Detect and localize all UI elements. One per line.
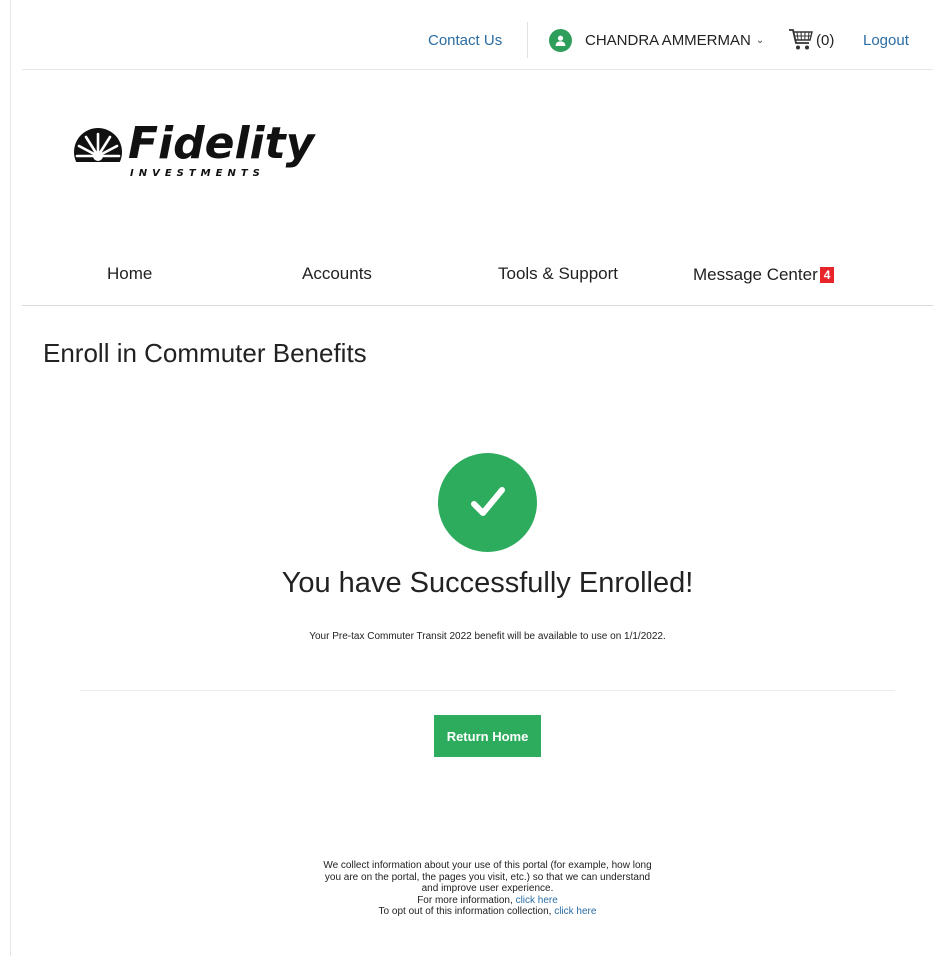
logo-subtitle: INVESTMENTS	[130, 168, 265, 179]
main-nav: Home Accounts Tools & Support Message Ce…	[22, 254, 933, 306]
nav-item-message-center[interactable]: Message Center 4	[693, 265, 835, 285]
privacy-line-1: We collect information about your use of…	[323, 860, 652, 871]
privacy-opt-out-text: To opt out of this information collectio…	[378, 906, 555, 917]
privacy-line-4: For more information, click here	[0, 895, 933, 907]
nav-item-accounts[interactable]: Accounts	[302, 264, 372, 284]
success-message: Your Pre-tax Commuter Transit 2022 benef…	[309, 631, 666, 642]
privacy-more-info-text: For more information,	[417, 894, 516, 906]
page-title: Enroll in Commuter Benefits	[43, 338, 367, 368]
more-info-link[interactable]: click here	[516, 895, 558, 906]
success-heading: You have Successfully Enrolled!	[281, 567, 694, 599]
user-name: CHANDRA AMMERMAN	[585, 32, 751, 49]
contact-us-link[interactable]: Contact Us	[428, 32, 502, 49]
utility-divider	[527, 22, 528, 58]
user-icon	[549, 29, 572, 52]
opt-out-link[interactable]: click here	[554, 906, 596, 917]
cart-count: (0)	[816, 31, 835, 49]
privacy-line-3: and improve user experience.	[421, 883, 554, 894]
user-menu[interactable]: CHANDRA AMMERMAN ⌄	[549, 29, 764, 52]
logo-wordmark: Fidelity	[128, 118, 315, 169]
chevron-down-icon: ⌄	[755, 35, 765, 46]
return-home-button[interactable]: Return Home	[434, 715, 541, 757]
privacy-line-2: you are on the portal, the pages you vis…	[324, 871, 651, 883]
starburst-icon	[72, 128, 128, 178]
cart-icon	[789, 29, 813, 50]
cart-button[interactable]: (0)	[788, 28, 834, 52]
fidelity-logo[interactable]: Fidelity INVESTMENTS	[72, 118, 332, 186]
logout-link[interactable]: Logout	[863, 32, 909, 49]
nav-item-message-center-label: Message Center	[693, 265, 818, 284]
utility-bar: Contact Us CHANDRA AMMERMAN ⌄ (0) Logout	[22, 16, 933, 70]
nav-item-home[interactable]: Home	[107, 264, 152, 284]
success-check-icon	[438, 453, 537, 552]
nav-item-tools-support[interactable]: Tools & Support	[498, 264, 618, 284]
content-divider	[80, 690, 895, 691]
privacy-notice: We collect information about your use of…	[0, 860, 933, 918]
privacy-line-5: To opt out of this information collectio…	[0, 906, 933, 918]
message-count-badge: 4	[819, 267, 835, 283]
